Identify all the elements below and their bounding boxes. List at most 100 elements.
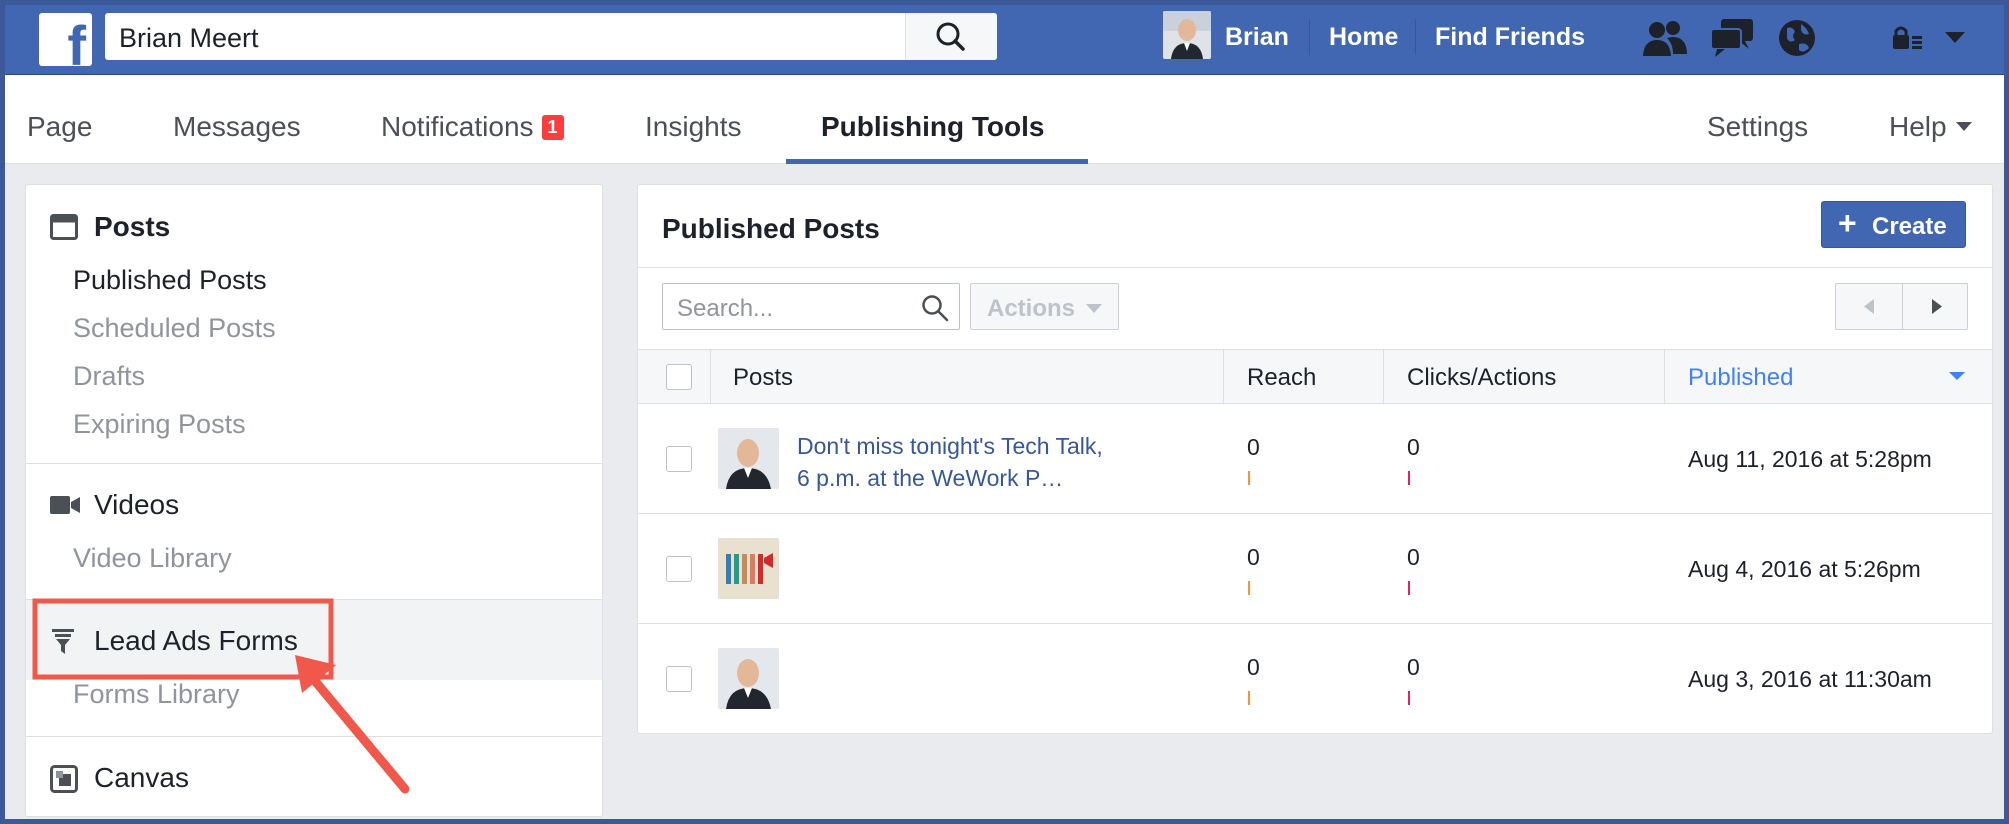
- column-divider: [1383, 350, 1384, 404]
- messages-icon[interactable]: [1709, 17, 1755, 59]
- post-thumbnail-portrait[interactable]: [718, 648, 779, 709]
- nav-home[interactable]: Home: [1329, 23, 1398, 52]
- sidebar-item-forms-library[interactable]: Forms Library: [73, 679, 240, 710]
- top-navigation-bar: f Brian Meert Brian Home Find Friends: [5, 5, 2004, 75]
- table-row[interactable]: 0 0 Aug 3, 2016 at 11:30am: [638, 624, 1992, 733]
- published-date: Aug 11, 2016 at 5:28pm: [1688, 446, 1932, 472]
- video-camera-icon: [50, 496, 80, 514]
- sort-descending-icon[interactable]: [1948, 370, 1966, 382]
- column-divider: [1664, 350, 1665, 404]
- actions-dropdown-label: Actions: [987, 295, 1076, 322]
- help-chevron-down-icon: [1955, 122, 1972, 131]
- sidebar-section-posts[interactable]: Posts: [26, 207, 602, 247]
- reach-bar: [1248, 691, 1250, 705]
- posts-window-icon: [50, 214, 78, 240]
- nav-divider: [1309, 19, 1310, 55]
- clicks-bar: [1408, 471, 1410, 485]
- create-post-button-label: Create: [1872, 213, 1947, 240]
- clicks-bar: [1408, 691, 1410, 705]
- tab-notifications[interactable]: Notifications 1: [381, 111, 564, 143]
- table-row[interactable]: 0 0 Aug 4, 2016 at 5:26pm: [638, 514, 1992, 624]
- tab-help-label: Help: [1889, 111, 1947, 142]
- clicks-value: 0: [1407, 544, 1420, 570]
- tab-insights[interactable]: Insights: [645, 111, 742, 143]
- clicks-bar: [1408, 581, 1410, 595]
- column-divider: [710, 350, 711, 404]
- sidebar-section-lead-ads-forms[interactable]: Lead Ads Forms: [26, 621, 602, 661]
- actions-dropdown[interactable]: Actions: [970, 283, 1119, 330]
- panel-title: Published Posts: [662, 213, 880, 244]
- tab-messages[interactable]: Messages: [173, 111, 301, 143]
- chevron-down-icon: [1086, 304, 1102, 313]
- search-icon: [922, 295, 949, 322]
- post-thumbnail-graphic[interactable]: [718, 538, 779, 599]
- column-header-clicks-actions[interactable]: Clicks/Actions: [1407, 364, 1556, 392]
- column-divider: [1223, 350, 1224, 404]
- canvas-icon: [50, 765, 78, 793]
- sidebar-item-drafts[interactable]: Drafts: [73, 361, 145, 392]
- sidebar-section-canvas-label: Canvas: [94, 762, 189, 793]
- sidebar-section-canvas[interactable]: Canvas: [26, 758, 602, 798]
- previous-page-arrow-icon[interactable]: [1836, 284, 1902, 329]
- facebook-logo-icon[interactable]: f: [39, 13, 92, 66]
- tab-notifications-label: Notifications: [381, 111, 534, 142]
- reach-value: 0: [1247, 544, 1260, 570]
- plus-icon: +: [1838, 205, 1857, 241]
- tab-page[interactable]: Page: [27, 111, 92, 143]
- privacy-shortcuts-icon[interactable]: [1891, 23, 1925, 53]
- column-header-posts[interactable]: Posts: [733, 364, 793, 392]
- tab-settings[interactable]: Settings: [1707, 111, 1808, 143]
- account-menu-chevron-down-icon[interactable]: [1943, 29, 1967, 45]
- friend-requests-icon[interactable]: [1641, 18, 1689, 58]
- funnel-filter-icon: [52, 629, 74, 654]
- clicks-value: 0: [1407, 654, 1420, 680]
- page-tabs-bar: Page Messages Notifications 1 Insights Pu…: [5, 75, 2004, 164]
- row-checkbox[interactable]: [666, 666, 692, 692]
- nav-divider: [1415, 19, 1416, 55]
- reach-value: 0: [1247, 434, 1260, 460]
- sidebar-divider: [26, 463, 602, 464]
- tab-publishing-tools[interactable]: Publishing Tools: [821, 111, 1044, 143]
- search-icon: [936, 22, 965, 51]
- post-title-link[interactable]: Don't miss tonight's Tech Talk, 6 p.m. a…: [797, 430, 1115, 494]
- column-header-published[interactable]: Published: [1688, 364, 1793, 392]
- next-page-arrow-icon[interactable]: [1903, 284, 1969, 329]
- published-posts-panel: Published Posts + Create Search... Actio…: [637, 184, 1993, 734]
- posts-search-input[interactable]: Search...: [662, 283, 960, 330]
- nav-find-friends[interactable]: Find Friends: [1435, 23, 1585, 52]
- active-tab-indicator: [786, 159, 1088, 164]
- sidebar-item-scheduled-posts[interactable]: Scheduled Posts: [73, 313, 276, 344]
- panel-header-divider: [638, 267, 1992, 268]
- select-all-checkbox[interactable]: [666, 364, 692, 390]
- sidebar-item-published-posts[interactable]: Published Posts: [73, 265, 267, 296]
- global-search-button[interactable]: [905, 13, 997, 60]
- sidebar-section-lead-ads-forms-label: Lead Ads Forms: [94, 625, 298, 656]
- browser-frame: f Brian Meert Brian Home Find Friends Pa…: [0, 0, 2009, 824]
- publishing-tools-sidebar: Posts Published Posts Scheduled Posts Dr…: [25, 184, 603, 817]
- table-row[interactable]: Don't miss tonight's Tech Talk, 6 p.m. a…: [638, 404, 1992, 514]
- sidebar-section-posts-label: Posts: [94, 211, 171, 242]
- posts-table-header: Posts Reach Clicks/Actions Published: [638, 349, 1992, 404]
- global-search-input[interactable]: Brian Meert: [105, 13, 997, 60]
- global-search-value: Brian Meert: [119, 23, 259, 53]
- sidebar-item-expiring-posts[interactable]: Expiring Posts: [73, 409, 246, 440]
- sidebar-section-videos-label: Videos: [94, 489, 180, 520]
- tab-help[interactable]: Help: [1889, 111, 1973, 143]
- clicks-value: 0: [1407, 434, 1420, 460]
- user-avatar[interactable]: [1163, 11, 1211, 59]
- sidebar-divider: [26, 736, 602, 737]
- row-checkbox[interactable]: [666, 446, 692, 472]
- posts-search-placeholder: Search...: [677, 295, 774, 322]
- sidebar-item-video-library[interactable]: Video Library: [73, 543, 232, 574]
- post-thumbnail-portrait[interactable]: [718, 428, 779, 489]
- reach-bar: [1248, 581, 1250, 595]
- notifications-count-badge: 1: [541, 115, 564, 140]
- column-header-reach[interactable]: Reach: [1247, 364, 1316, 392]
- sidebar-section-videos[interactable]: Videos: [26, 485, 602, 525]
- globe-notifications-icon[interactable]: [1777, 18, 1817, 58]
- published-date: Aug 3, 2016 at 11:30am: [1688, 666, 1932, 692]
- reach-bar: [1248, 471, 1250, 485]
- nav-user-name[interactable]: Brian: [1225, 23, 1289, 52]
- row-checkbox[interactable]: [666, 556, 692, 582]
- create-post-button[interactable]: + Create: [1821, 201, 1966, 248]
